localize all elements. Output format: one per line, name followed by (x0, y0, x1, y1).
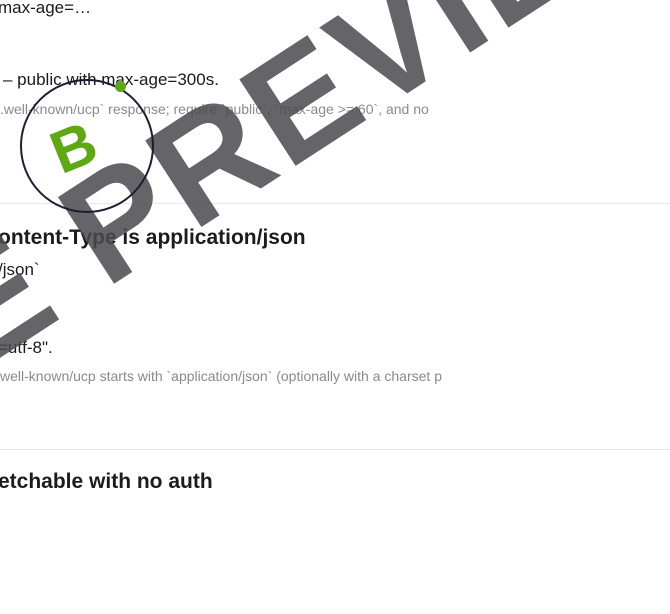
grade-badge-letter: B (41, 108, 107, 187)
content-type-check-observed: =utf-8". (0, 338, 53, 357)
cache-check-value: max-age=… (0, 0, 92, 17)
content-type-check-detail: well-known/ucp starts with `application/… (0, 368, 442, 384)
content-type-check-expected: /json` (0, 260, 40, 279)
preview-watermark: E PREVIEW (0, 0, 670, 398)
cache-check-result: – public with max-age=300s. (3, 70, 219, 89)
section-divider (0, 449, 670, 450)
preview-overlay: E PREVIEW B (0, 0, 670, 614)
cache-check-detail: .well-known/ucp` response; require `publ… (0, 101, 429, 117)
content-type-check-title: ontent-Type is application/json (0, 226, 306, 249)
grade-badge-ring (20, 79, 154, 213)
section-divider (0, 203, 670, 204)
fetchable-check-title: etchable with no auth (0, 470, 213, 493)
